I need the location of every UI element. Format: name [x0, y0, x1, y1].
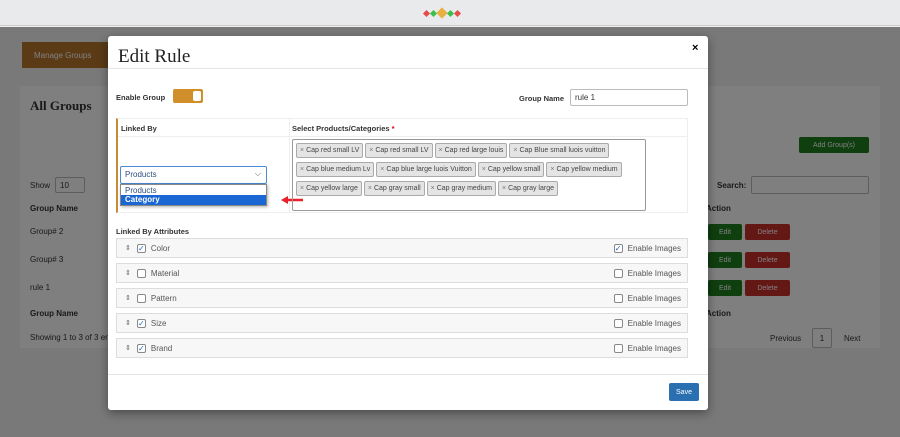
- enable-images-checkbox[interactable]: ✓: [613, 243, 623, 253]
- remove-tag-icon[interactable]: ×: [368, 185, 372, 192]
- remove-tag-icon[interactable]: ×: [482, 166, 486, 173]
- product-tag[interactable]: × Cap yellow large: [296, 181, 362, 196]
- attribute-checkbox[interactable]: [136, 293, 146, 303]
- attribute-row: ⇕ Pattern Enable Images: [116, 288, 688, 308]
- product-tag[interactable]: × Cap gray small: [363, 181, 425, 196]
- drag-handle-icon[interactable]: ⇕: [125, 244, 131, 252]
- attribute-checkbox[interactable]: [136, 268, 146, 278]
- option-category[interactable]: Category: [121, 195, 266, 205]
- remove-tag-icon[interactable]: ×: [300, 166, 304, 173]
- remove-tag-icon[interactable]: ×: [300, 185, 304, 192]
- save-button[interactable]: Save: [669, 383, 699, 401]
- remove-tag-icon[interactable]: ×: [300, 147, 304, 154]
- enable-images-checkbox[interactable]: [613, 318, 623, 328]
- products-multiselect[interactable]: × Cap red small LV × Cap red small LV × Cap r…: [292, 139, 646, 211]
- attribute-row: ⇕ Material Enable Images: [116, 263, 688, 283]
- product-tag[interactable]: × Cap gray medium: [426, 181, 496, 196]
- close-icon[interactable]: ×: [692, 42, 698, 54]
- enable-images-checkbox[interactable]: [613, 293, 623, 303]
- drag-handle-icon[interactable]: ⇕: [125, 294, 131, 302]
- remove-tag-icon[interactable]: ×: [439, 147, 443, 154]
- attribute-row: ⇕ ✓ Brand Enable Images: [116, 338, 688, 358]
- group-name-input[interactable]: rule 1: [570, 89, 688, 106]
- chevron-down-icon: ⌵: [254, 169, 261, 178]
- edit-rule-modal: Edit Rule × Enable Group Group Name rule…: [108, 36, 708, 410]
- modal-title: Edit Rule: [118, 46, 191, 67]
- attribute-checkbox[interactable]: ✓: [136, 343, 146, 353]
- attribute-row: ⇕ ✓ Color ✓ Enable Images: [116, 238, 688, 258]
- remove-tag-icon[interactable]: ×: [369, 147, 373, 154]
- enable-group-toggle[interactable]: [173, 89, 203, 103]
- top-bar: [0, 0, 900, 26]
- remove-tag-icon[interactable]: ×: [380, 166, 384, 173]
- remove-tag-icon[interactable]: ×: [550, 166, 554, 173]
- linked-by-label: Linked By: [121, 124, 157, 133]
- linked-by-select[interactable]: Products ⌵: [120, 166, 267, 184]
- divider: [108, 374, 708, 375]
- divider: [108, 68, 708, 69]
- remove-tag-icon[interactable]: ×: [502, 185, 506, 192]
- remove-tag-icon[interactable]: ×: [513, 147, 517, 154]
- product-tag[interactable]: × Cap Blue small luois vuitton: [509, 143, 610, 158]
- attribute-row: ⇕ ✓ Size Enable Images: [116, 313, 688, 333]
- enable-images-checkbox[interactable]: [613, 268, 623, 278]
- product-tag[interactable]: × Cap yellow medium: [546, 162, 622, 177]
- attribute-checkbox[interactable]: ✓: [136, 243, 146, 253]
- logo-icon: [422, 7, 462, 19]
- product-tag[interactable]: × Cap red large louis: [434, 143, 508, 158]
- linked-by-section: Linked By Select Products/Categories * P…: [116, 118, 688, 213]
- product-tag[interactable]: × Cap red small LV: [296, 143, 364, 158]
- select-products-label: Select Products/Categories *: [292, 124, 395, 133]
- product-tag[interactable]: × Cap yellow small: [477, 162, 545, 177]
- product-tag[interactable]: × Cap blue large luois Vuitton: [376, 162, 476, 177]
- product-tag[interactable]: × Cap red small LV: [365, 143, 433, 158]
- attributes-label: Linked By Attributes: [116, 227, 190, 236]
- product-tag[interactable]: × Cap gray large: [497, 181, 558, 196]
- enable-images-checkbox[interactable]: [613, 343, 623, 353]
- attribute-checkbox[interactable]: ✓: [136, 318, 146, 328]
- linked-by-dropdown: Products Category: [120, 184, 267, 206]
- drag-handle-icon[interactable]: ⇕: [125, 319, 131, 327]
- group-name-label: Group Name: [519, 94, 565, 103]
- remove-tag-icon[interactable]: ×: [431, 185, 435, 192]
- option-products[interactable]: Products: [121, 185, 266, 195]
- drag-handle-icon[interactable]: ⇕: [125, 269, 131, 277]
- enable-group-label: Enable Group: [116, 93, 166, 102]
- drag-handle-icon[interactable]: ⇕: [125, 344, 131, 352]
- product-tag[interactable]: × Cap blue medium Lv: [296, 162, 375, 177]
